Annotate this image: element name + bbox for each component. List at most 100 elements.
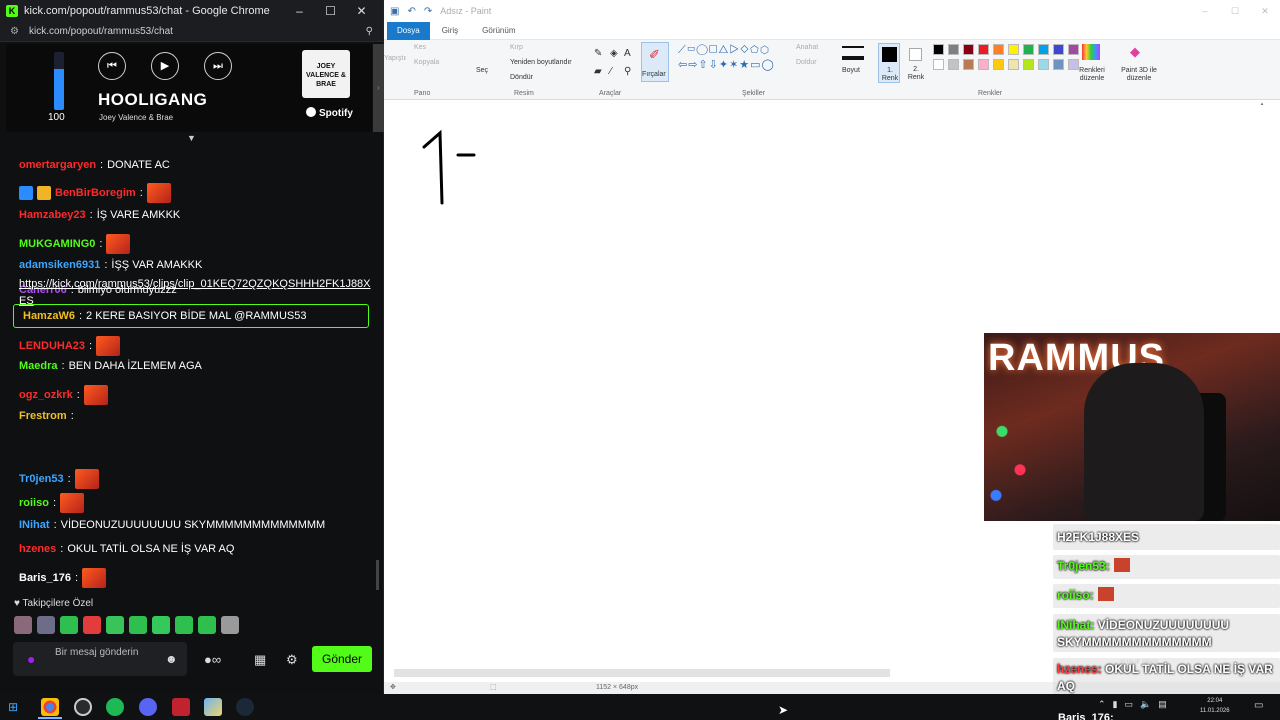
fill-icon[interactable]: ◈ xyxy=(610,48,618,59)
notifications-icon[interactable]: ▭ xyxy=(1254,700,1263,711)
previous-track-icon[interactable]: ⏮ xyxy=(98,52,126,80)
edit-colors-icon[interactable] xyxy=(1082,44,1100,60)
fill-button[interactable]: Doldur xyxy=(796,59,817,66)
play-icon[interactable]: ▶ xyxy=(151,52,179,80)
chat-username[interactable]: INihat xyxy=(19,519,50,531)
volume-bar[interactable] xyxy=(54,52,64,110)
text-icon[interactable]: A xyxy=(624,48,631,59)
tab-view[interactable]: Görünüm xyxy=(470,26,527,35)
palette-color-swatch[interactable] xyxy=(963,44,974,55)
palette-color-swatch[interactable] xyxy=(948,59,959,70)
send-button[interactable]: Gönder xyxy=(312,646,372,672)
palette-color-swatch[interactable] xyxy=(963,59,974,70)
battery-icon[interactable]: ▮ xyxy=(1113,699,1118,710)
extensions-icon[interactable]: ●∞ xyxy=(204,652,221,667)
palette-color-swatch[interactable] xyxy=(1053,44,1064,55)
emote-button[interactable] xyxy=(198,616,216,634)
chat-username[interactable]: Frestrom xyxy=(19,410,67,422)
palette-color-swatch[interactable] xyxy=(1023,59,1034,70)
eraser-icon[interactable]: ▰ xyxy=(594,66,602,77)
paint3d-icon[interactable]: ◆ xyxy=(1130,44,1140,60)
close-icon[interactable]: ✕ xyxy=(1250,6,1280,17)
chat-username[interactable]: LENDUHA23 xyxy=(19,340,85,352)
taskbar-clock[interactable]: 22:04 11.01.2026 xyxy=(1200,696,1230,716)
widget-scroll-arrow[interactable]: › xyxy=(373,44,384,132)
palette-color-swatch[interactable] xyxy=(1008,59,1019,70)
tray-chevron-icon[interactable]: ⌃ xyxy=(1098,699,1106,710)
language-icon[interactable]: ▤ xyxy=(1158,699,1167,710)
maximize-icon[interactable]: ☐ xyxy=(315,4,346,18)
maximize-icon[interactable]: ☐ xyxy=(1220,6,1250,17)
emote-button[interactable] xyxy=(129,616,147,634)
emote-button[interactable] xyxy=(152,616,170,634)
store-icon[interactable]: ▦ xyxy=(254,652,266,668)
redo-icon[interactable]: ↷ xyxy=(424,6,432,17)
color1-button[interactable]: 1. Renk xyxy=(878,43,900,83)
palette-color-swatch[interactable] xyxy=(1023,44,1034,55)
cut-button[interactable]: Kes xyxy=(414,44,426,51)
mic-icon[interactable]: ● xyxy=(27,651,35,667)
collapse-arrow-icon[interactable]: ▼ xyxy=(187,133,196,143)
color2-button[interactable]: 2. Renk xyxy=(905,43,927,83)
select-button[interactable]: Seç xyxy=(476,67,488,74)
chat-username[interactable]: BenBirBoregim xyxy=(55,187,136,199)
emote-button[interactable] xyxy=(221,616,239,634)
steam-icon[interactable] xyxy=(236,698,254,716)
emoji-picker-icon[interactable]: ☻ xyxy=(165,652,178,666)
rotate-button[interactable]: Döndür xyxy=(510,74,533,81)
paint3d-label[interactable]: Paint 3D ile düzenle xyxy=(1118,67,1160,83)
color-picker-icon[interactable]: ⁄ xyxy=(610,66,612,77)
windows-start-icon[interactable]: ⊞ xyxy=(8,700,18,718)
shapes-gallery-row2[interactable]: ⇦⇨⇧⇩✦✶★▭◯ xyxy=(678,58,775,71)
paste-button[interactable]: Yapıştır xyxy=(384,55,406,62)
palette-color-swatch[interactable] xyxy=(1038,59,1049,70)
chat-username[interactable]: MUKGAMING0 xyxy=(19,238,95,250)
palette-color-swatch[interactable] xyxy=(978,44,989,55)
palette-color-swatch[interactable] xyxy=(978,59,989,70)
palette-color-swatch[interactable] xyxy=(1008,44,1019,55)
chat-username[interactable]: HamzaW6 xyxy=(23,310,75,322)
chat-clip-link[interactable]: https://kick.com/rammus53/clips/clip_01K… xyxy=(19,276,374,310)
site-settings-icon[interactable]: ⚙ xyxy=(10,26,19,37)
chat-username[interactable]: adamsiken6931 xyxy=(19,259,100,271)
palette-color-swatch[interactable] xyxy=(948,44,959,55)
palette-color-swatch[interactable] xyxy=(1038,44,1049,55)
chat-message-input[interactable]: ● Bir mesaj gönderin ☻ xyxy=(13,642,187,676)
obs-icon[interactable] xyxy=(74,698,92,716)
emote-button[interactable] xyxy=(60,616,78,634)
palette-color-swatch[interactable] xyxy=(1053,59,1064,70)
crop-button[interactable]: Kırp xyxy=(510,44,523,51)
magnifier-icon[interactable]: ⚲ xyxy=(624,66,631,77)
emote-button[interactable] xyxy=(14,616,32,634)
close-icon[interactable]: ✕ xyxy=(346,4,377,18)
chat-username[interactable]: Tr0jen53 xyxy=(19,473,64,485)
tab-home[interactable]: Giriş xyxy=(430,26,470,35)
chat-username[interactable]: roiiso xyxy=(19,497,49,509)
chat-username[interactable]: Maedra xyxy=(19,360,58,372)
copy-button[interactable]: Kopyala xyxy=(414,59,439,66)
brushes-button[interactable]: ✐ Fırçalar xyxy=(641,42,669,82)
volume-icon[interactable]: 🔈 xyxy=(1140,699,1151,710)
palette-color-swatch[interactable] xyxy=(993,44,1004,55)
chat-username[interactable]: omertargaryen xyxy=(19,159,96,171)
network-icon[interactable]: ▭ xyxy=(1125,699,1134,710)
emote-button[interactable] xyxy=(175,616,193,634)
chat-username[interactable]: ogz_ozkrk xyxy=(19,389,73,401)
palette-color-swatch[interactable] xyxy=(933,44,944,55)
undo-icon[interactable]: ↶ xyxy=(407,6,415,17)
chat-scrollbar[interactable] xyxy=(376,560,379,590)
save-icon[interactable]: ▣ xyxy=(390,6,399,17)
emote-button[interactable] xyxy=(106,616,124,634)
discord-icon[interactable] xyxy=(139,698,157,716)
chat-username[interactable]: hzenes xyxy=(19,543,56,555)
chat-username[interactable]: Hamzabey23 xyxy=(19,209,86,221)
address-bar[interactable]: ⚙ kick.com/popout/rammus53/chat ⚲ xyxy=(0,22,383,42)
pencil-icon[interactable]: ✎ xyxy=(594,48,602,59)
spotify-icon[interactable] xyxy=(106,698,124,716)
emote-button[interactable] xyxy=(83,616,101,634)
palette-color-swatch[interactable] xyxy=(1068,44,1079,55)
shapes-gallery[interactable]: ⟋▭◯▢△▷◇⬠⬡ xyxy=(678,44,770,57)
settings-gear-icon[interactable]: ⚙ xyxy=(286,652,298,668)
resize-button[interactable]: Yeniden boyutlandır xyxy=(510,59,572,66)
size-icon[interactable] xyxy=(842,46,864,60)
